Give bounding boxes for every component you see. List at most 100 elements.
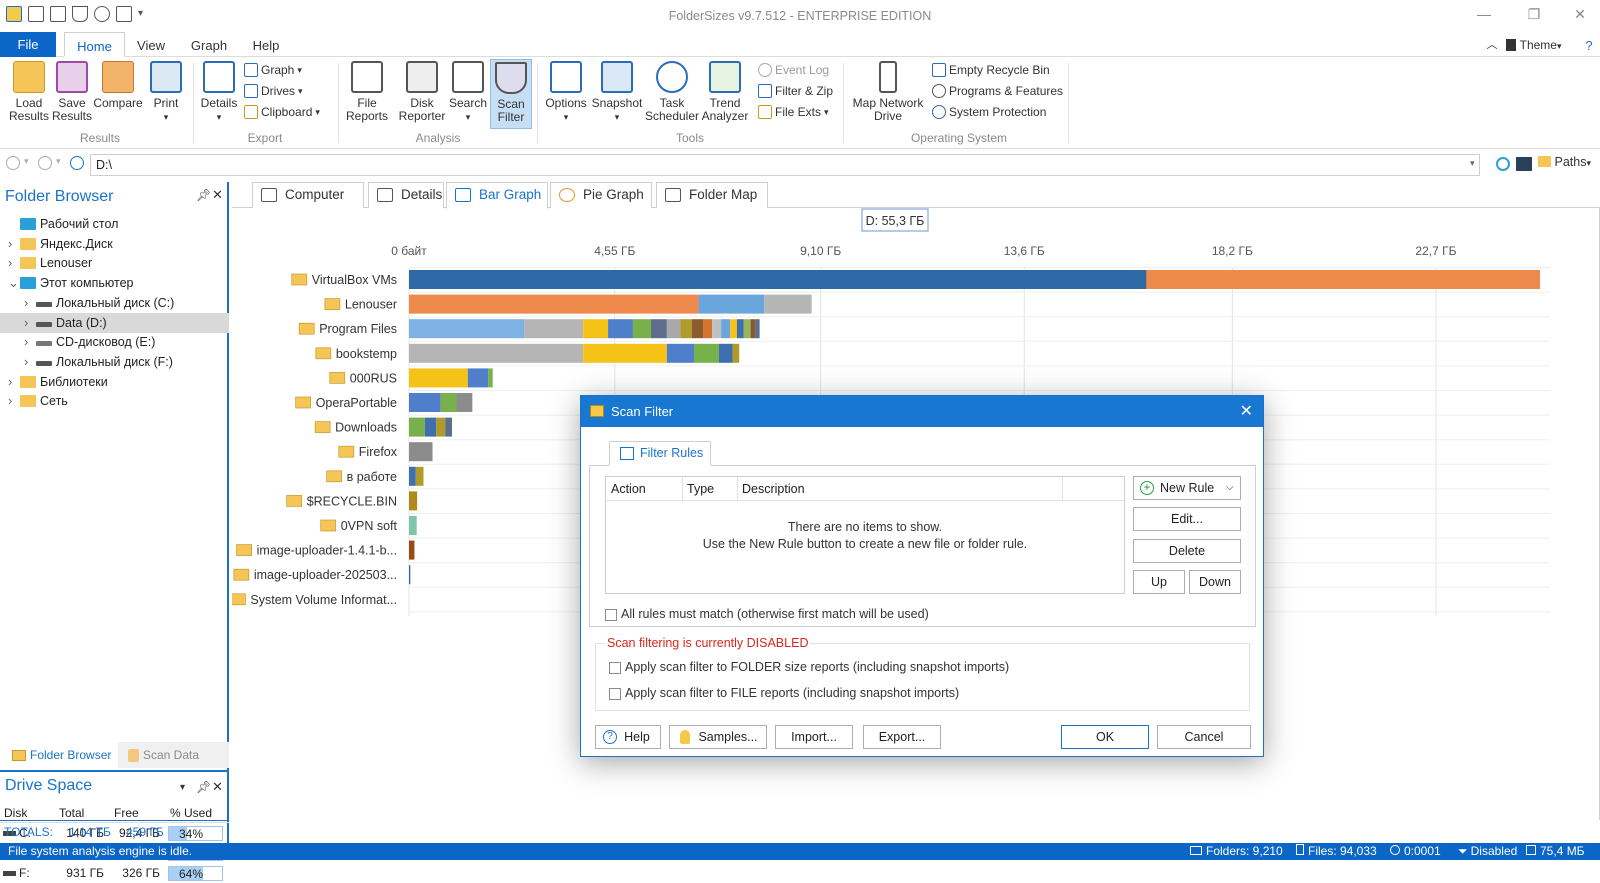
bar-segment[interactable] [712, 319, 722, 339]
event-log-button[interactable]: Event Log [758, 63, 829, 77]
tab-computer[interactable]: Computer [252, 182, 364, 208]
category-label[interactable]: System Volume Informat... [250, 593, 397, 607]
down-button[interactable]: Down [1189, 570, 1241, 594]
minimize-icon[interactable]: — [1474, 6, 1494, 22]
bar-segment[interactable] [1146, 270, 1540, 289]
bar-segment[interactable] [698, 294, 765, 314]
bar-segment[interactable] [721, 319, 731, 339]
bar-segment[interactable] [666, 319, 681, 339]
bar-segment[interactable] [409, 540, 415, 560]
all-rules-checkbox[interactable] [605, 609, 617, 621]
bar-segment[interactable] [424, 417, 437, 437]
col-type[interactable]: Type [687, 477, 714, 501]
bar-segment[interactable] [651, 319, 667, 339]
bar-segment[interactable] [409, 270, 1147, 289]
system-protection-button[interactable]: System Protection [932, 105, 1046, 119]
bar-segment[interactable] [632, 319, 652, 339]
bar-segment[interactable] [608, 319, 633, 339]
col-action[interactable]: Action [611, 477, 646, 501]
bar-segment[interactable] [409, 319, 525, 339]
bar-segment[interactable] [409, 368, 468, 388]
snapshot-button[interactable]: Snapshot ▾ [590, 61, 644, 124]
tab-folder-browser[interactable]: Folder Browser [12, 748, 111, 762]
bar-segment[interactable] [409, 442, 433, 462]
bar-segment[interactable] [409, 294, 699, 314]
clipboard-button[interactable]: Clipboard ▾ [244, 105, 320, 119]
chevron-right-icon[interactable]: › [8, 391, 12, 411]
tree-item-drive-f[interactable]: › Локальный диск (F:) [0, 352, 229, 372]
bar-segment[interactable] [680, 319, 692, 339]
programs-features-button[interactable]: Programs & Features [932, 84, 1063, 98]
chevron-down-icon[interactable]: ⌄ [8, 273, 19, 293]
delete-button[interactable]: Delete [1133, 539, 1241, 563]
empty-recycle-bin-button[interactable]: Empty Recycle Bin [932, 63, 1050, 77]
trend-analyzer-button[interactable]: Trend Analyzer [700, 61, 750, 123]
bar-segment[interactable] [409, 466, 416, 486]
apply-folder-checkbox[interactable] [609, 662, 621, 674]
bar-segment[interactable] [743, 319, 751, 339]
bar-segment[interactable] [436, 417, 446, 437]
ok-button[interactable]: OK [1061, 725, 1149, 749]
tab-view[interactable]: View [130, 32, 172, 57]
file-exts-button[interactable]: File Exts ▾ [758, 105, 829, 119]
tree-item-network[interactable]: › Сеть [0, 391, 229, 411]
chevron-down-icon[interactable]: ▾ [24, 156, 29, 167]
chevron-right-icon[interactable]: › [24, 352, 28, 372]
category-label[interactable]: OperaPortable [316, 396, 397, 410]
close-panel-icon[interactable]: ✕ [212, 187, 223, 203]
map-network-drive-button[interactable]: Map Network Drive [850, 61, 926, 123]
load-results-button[interactable]: Load Results [6, 61, 52, 123]
tab-graph[interactable]: Graph [185, 32, 233, 57]
bar-segment[interactable] [409, 393, 441, 412]
bar-segment[interactable] [409, 516, 417, 535]
bar-segment[interactable] [445, 417, 452, 437]
bar-segment[interactable] [694, 343, 719, 363]
category-label[interactable]: Firefox [359, 445, 398, 459]
tree-item-drive-e[interactable]: › CD-дисковод (E:) [0, 332, 229, 352]
file-menu[interactable]: File [0, 32, 56, 57]
filter-zip-button[interactable]: Filter & Zip [758, 84, 833, 98]
bar-segment[interactable] [730, 319, 737, 339]
tab-help[interactable]: Help [246, 32, 286, 57]
export-button[interactable]: Export... [863, 725, 941, 749]
tab-details[interactable]: Details [368, 182, 444, 208]
tree-item-yandex-disk[interactable]: › Яндекс.Диск [0, 234, 229, 254]
theme-button[interactable]: Theme▾ [1500, 32, 1568, 57]
drives-button[interactable]: Drives ▾ [244, 84, 303, 98]
bar-segment[interactable] [583, 343, 667, 363]
bar-segment[interactable] [409, 565, 411, 585]
tree-item-drive-c[interactable]: › Локальный диск (C:) [0, 293, 229, 313]
bar-segment[interactable] [409, 343, 584, 363]
tree-item-this-pc[interactable]: ⌄ Этот компьютер [0, 273, 229, 293]
bar-segment[interactable] [732, 343, 740, 363]
category-label[interactable]: Downloads [335, 421, 397, 435]
category-label[interactable]: в работе [347, 470, 397, 484]
chevron-down-icon[interactable]: ▾ [180, 782, 185, 793]
chevron-right-icon[interactable]: › [24, 332, 28, 352]
close-panel-icon[interactable]: ✕ [212, 779, 223, 795]
help-button[interactable]: ? Help [595, 725, 661, 749]
save-results-button[interactable]: Save Results [52, 61, 92, 123]
bar-segment[interactable] [524, 319, 584, 339]
bar-segment[interactable] [691, 319, 704, 339]
category-label[interactable]: VirtualBox VMs [312, 273, 397, 287]
collapse-ribbon-icon[interactable]: ︿ [1485, 32, 1499, 57]
tree-item-libraries[interactable]: › Библиотеки [0, 372, 229, 392]
bar-segment[interactable] [467, 368, 489, 388]
file-reports-button[interactable]: File Reports [342, 61, 392, 123]
pin-icon[interactable]: 📌︎ [196, 780, 211, 794]
path-dropdown-icon[interactable]: ▾ [1470, 158, 1475, 169]
details-button[interactable]: Details ▾ [198, 61, 240, 124]
bar-segment[interactable] [488, 368, 493, 388]
samples-button[interactable]: Samples... [669, 725, 767, 749]
bar-segment[interactable] [718, 343, 733, 363]
bar-segment[interactable] [440, 393, 457, 412]
bar-segment[interactable] [736, 319, 744, 339]
category-label[interactable]: Program Files [319, 322, 397, 336]
bar-segment[interactable] [409, 491, 418, 511]
category-label[interactable]: image-uploader-1.4.1-b... [257, 544, 397, 558]
tab-folder-map[interactable]: Folder Map [656, 182, 768, 208]
bar-segment[interactable] [703, 319, 713, 339]
bar-segment[interactable] [755, 319, 760, 339]
category-label[interactable]: $RECYCLE.BIN [307, 494, 397, 508]
